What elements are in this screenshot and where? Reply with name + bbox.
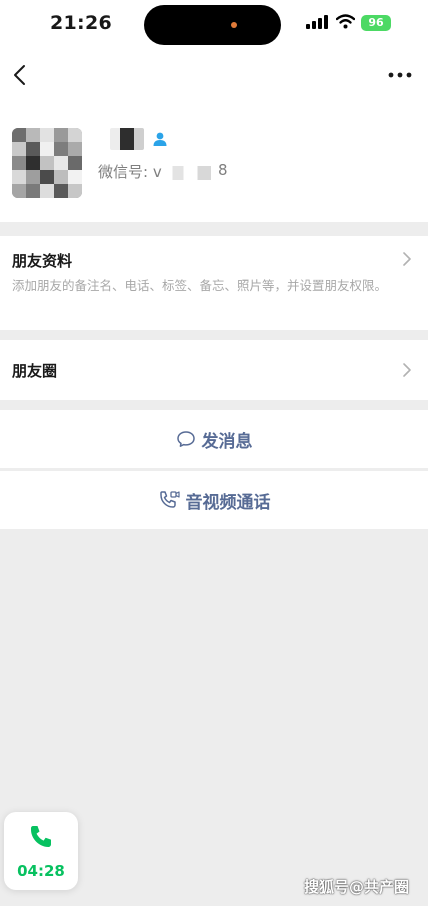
moments-cell[interactable]: 朋友圈 (0, 340, 428, 400)
send-message-label: 发消息 (201, 431, 253, 452)
phone-video-icon (159, 491, 180, 508)
wechat-id-label: 微信号: v (98, 163, 162, 181)
chat-bubble-icon (176, 431, 195, 447)
more-options-icon[interactable] (386, 64, 414, 86)
avatar[interactable] (12, 128, 82, 198)
watermark: 搜狐号@共产圈 (304, 878, 410, 896)
friend-info-cell[interactable]: 朋友资料 添加朋友的备注名、电话、标签、备忘、照片等，并设置朋友权限。 (0, 236, 428, 330)
back-arrow-icon[interactable] (8, 62, 32, 88)
send-message-button[interactable]: 发消息 (0, 410, 428, 468)
friend-info-description: 添加朋友的备注名、电话、标签、备忘、照片等，并设置朋友权限。 (12, 278, 388, 293)
video-call-label: 音视频通话 (185, 492, 271, 513)
moments-title: 朋友圈 (12, 362, 58, 380)
chevron-right-icon (403, 363, 411, 377)
camera-indicator-icon (231, 22, 237, 28)
battery-indicator: 96 (361, 15, 391, 31)
wechat-id-redacted (167, 166, 222, 180)
phone-icon (31, 826, 51, 847)
floating-call-window[interactable]: 04:28 (4, 812, 78, 890)
wifi-icon (336, 14, 355, 29)
friend-info-title: 朋友资料 (12, 252, 73, 270)
dynamic-island (144, 5, 281, 45)
signal-icon (306, 15, 328, 29)
contact-name-redacted (110, 128, 144, 150)
status-time: 21:26 (50, 12, 112, 34)
person-badge-icon (153, 132, 167, 146)
chevron-right-icon (403, 252, 411, 266)
wechat-id-tail: 8 (218, 161, 228, 179)
video-call-button[interactable]: 音视频通话 (0, 471, 428, 529)
call-duration: 04:28 (17, 862, 65, 880)
